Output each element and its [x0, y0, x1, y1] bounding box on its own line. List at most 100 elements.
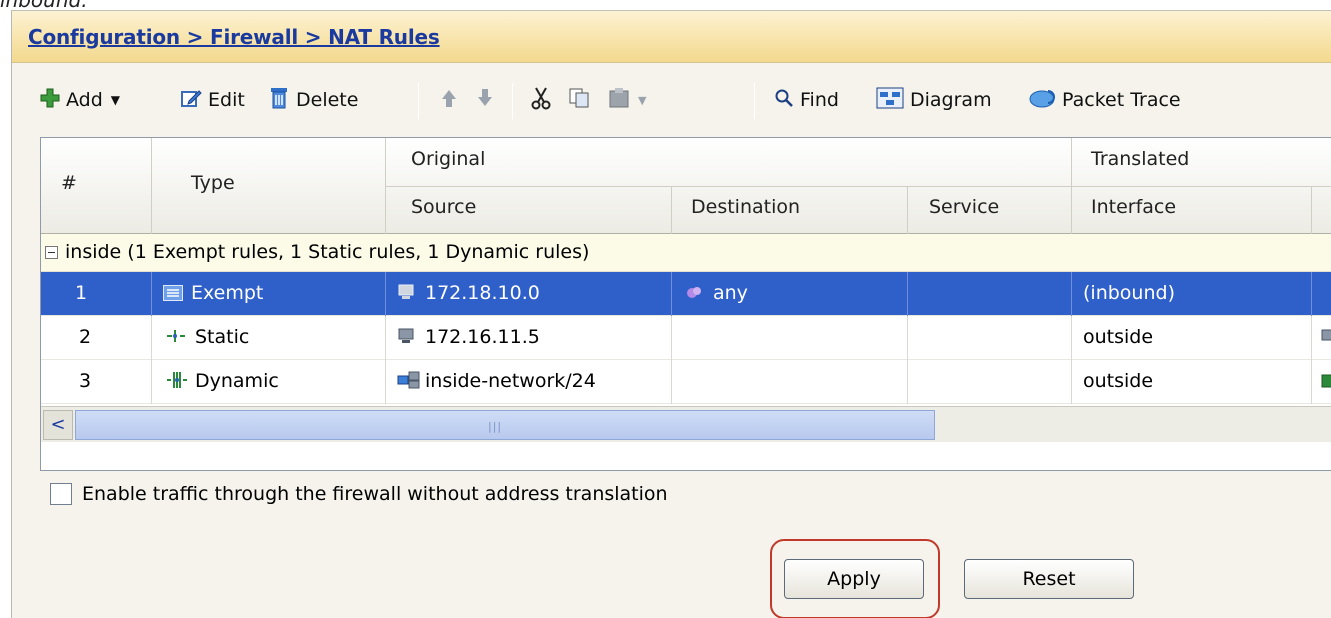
cell-type: Dynamic	[165, 370, 279, 392]
diagram-button[interactable]: Diagram	[876, 83, 992, 117]
no-translation-option[interactable]: Enable traffic through the firewall with…	[50, 483, 668, 505]
header-divider	[385, 186, 1331, 187]
table-row[interactable]: 1 Exempt 172.18.10.0 any (inbound)	[41, 272, 1331, 316]
header-divider	[151, 138, 152, 234]
cell-divider	[385, 360, 386, 404]
paste-button[interactable]: ▼	[608, 83, 646, 117]
cell-divider	[151, 360, 152, 404]
cell-source-label: 172.18.10.0	[425, 282, 540, 304]
find-button[interactable]: Find	[774, 83, 839, 117]
col-header-source[interactable]: Source	[411, 196, 476, 218]
cell-number: 1	[75, 282, 88, 304]
add-label: Add	[66, 89, 103, 111]
network-object-icon	[397, 371, 420, 389]
col-header-number[interactable]: #	[61, 172, 77, 194]
apply-button[interactable]: Apply	[784, 559, 924, 599]
cell-divider	[907, 360, 908, 404]
col-header-service[interactable]: Service	[929, 196, 999, 218]
packet-trace-button[interactable]: Packet Trace	[1028, 83, 1181, 117]
collapse-icon[interactable]	[45, 246, 58, 259]
cell-divider	[1071, 316, 1072, 360]
trash-icon	[268, 86, 290, 115]
cell-interface: (inbound)	[1083, 282, 1175, 304]
header-divider	[671, 186, 672, 234]
horizontal-scrollbar[interactable]: < |||	[41, 406, 1331, 442]
any-network-icon	[687, 287, 701, 298]
cell-divider	[1311, 272, 1312, 316]
scroll-left-button[interactable]: <	[43, 410, 73, 440]
add-button[interactable]: Add ▼	[40, 83, 120, 117]
cell-type-label: Dynamic	[195, 370, 279, 392]
cell-divider	[1311, 360, 1312, 404]
edit-label: Edit	[208, 89, 245, 111]
paste-icon	[608, 87, 632, 114]
edit-icon	[180, 87, 202, 114]
breadcrumb[interactable]: Configuration > Firewall > NAT Rules	[28, 25, 440, 49]
cell-divider	[385, 272, 386, 316]
cell-source: 172.16.11.5	[397, 326, 540, 348]
packet-trace-label: Packet Trace	[1062, 89, 1181, 111]
header-divider	[1311, 186, 1312, 234]
cell-source: inside-network/24	[397, 370, 596, 392]
packet-trace-icon	[1028, 87, 1056, 114]
toolbar-separator	[512, 83, 513, 119]
host-icon	[1321, 328, 1331, 350]
enable-traffic-label: Enable traffic through the firewall with…	[82, 483, 668, 505]
edit-button[interactable]: Edit	[180, 83, 245, 117]
cell-type-label: Static	[195, 326, 250, 348]
scrollbar-thumb[interactable]: |||	[75, 410, 935, 440]
chevron-down-icon: ▼	[110, 93, 121, 107]
cell-divider	[1311, 316, 1312, 360]
copy-icon	[568, 87, 590, 114]
header-divider	[907, 186, 908, 234]
cell-divider	[671, 316, 672, 360]
grip-icon: |||	[488, 420, 503, 433]
cell-interface: outside	[1083, 326, 1154, 348]
host-icon	[398, 284, 414, 299]
cell-source-label: 172.16.11.5	[425, 326, 540, 348]
delete-button[interactable]: Delete	[268, 83, 358, 117]
table-row[interactable]: 2 Static 172.16.11.5 outside	[41, 316, 1331, 360]
static-nat-icon	[167, 330, 185, 342]
move-down-button[interactable]	[474, 83, 496, 117]
reset-button[interactable]: Reset	[964, 559, 1134, 599]
cell-source-label: inside-network/24	[425, 370, 596, 392]
toolbar-separator	[754, 83, 755, 119]
dynamic-nat-icon	[167, 372, 187, 388]
cell-divider	[385, 316, 386, 360]
cell-divider	[671, 272, 672, 316]
exempt-icon	[163, 285, 183, 301]
cell-destination-label: any	[713, 282, 748, 304]
add-icon	[40, 88, 60, 113]
cell-divider	[671, 360, 672, 404]
network-icon	[1321, 372, 1331, 394]
enable-traffic-checkbox[interactable]	[50, 483, 72, 505]
table-row[interactable]: 3 Dynamic inside-network/24 outside	[41, 360, 1331, 404]
cell-interface: outside	[1083, 370, 1154, 392]
cell-divider	[1071, 272, 1072, 316]
copy-button[interactable]	[568, 83, 590, 117]
search-icon	[774, 88, 794, 113]
cell-divider	[151, 316, 152, 360]
cell-divider	[1071, 360, 1072, 404]
breadcrumb-bar: Configuration > Firewall > NAT Rules	[12, 11, 1331, 63]
page-top-text: inbound.	[0, 0, 88, 10]
cut-button[interactable]	[530, 83, 552, 117]
cell-divider	[907, 316, 908, 360]
scissors-icon	[530, 86, 552, 115]
move-up-button[interactable]	[438, 83, 460, 117]
col-group-original: Original	[411, 148, 486, 170]
diagram-icon	[876, 87, 904, 114]
col-header-interface[interactable]: Interface	[1091, 196, 1176, 218]
cell-number: 2	[79, 326, 92, 348]
col-header-type[interactable]: Type	[191, 172, 235, 194]
delete-label: Delete	[296, 89, 359, 111]
page-top-strip: inbound.	[0, 0, 1331, 10]
table-header: # Type Original Translated Source Destin…	[41, 138, 1331, 234]
col-header-destination[interactable]: Destination	[691, 196, 800, 218]
group-label: inside (1 Exempt rules, 1 Static rules, …	[65, 241, 590, 263]
nat-rules-table: # Type Original Translated Source Destin…	[40, 137, 1331, 471]
toolbar-separator	[418, 83, 419, 119]
arrow-up-icon	[438, 87, 460, 114]
group-row-inside[interactable]: inside (1 Exempt rules, 1 Static rules, …	[41, 234, 1331, 272]
